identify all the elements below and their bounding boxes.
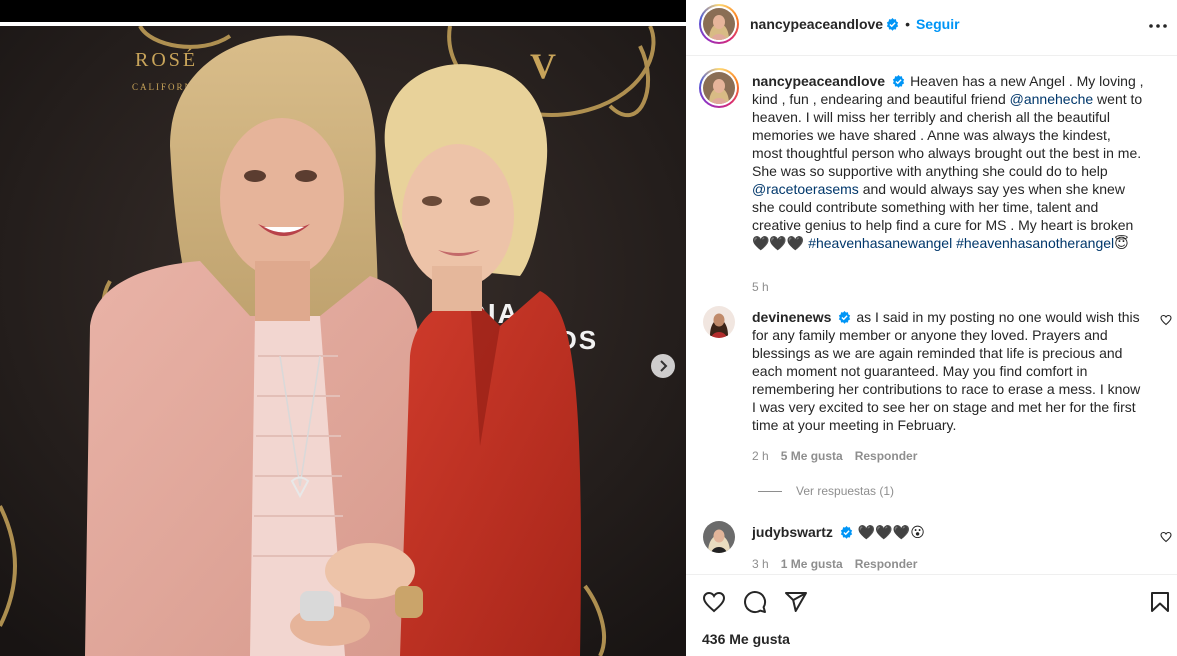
caption-username[interactable]: nancypeaceandlove [752,73,885,89]
more-options-icon[interactable] [1148,16,1168,36]
comment-reply-button[interactable]: Responder [855,449,918,463]
next-photo-button[interactable] [651,354,675,378]
author-avatar[interactable] [699,4,739,44]
author-avatar-image [703,8,735,40]
comment-likes[interactable]: 1 Me gusta [781,557,843,571]
caption-avatar-image [703,72,735,104]
comment-likes[interactable]: 5 Me gusta [781,449,843,463]
mention-anneheche[interactable]: @anneheche [1010,91,1094,107]
bookmark-icon[interactable] [1148,590,1172,614]
backdrop-sign-v: V [530,46,556,86]
comment-username[interactable]: judybswartz [752,524,833,540]
mention-racetoerasems[interactable]: @racetoerasems [752,181,859,197]
likes-count[interactable]: 436 Me gusta [702,631,790,647]
share-icon[interactable] [784,590,808,614]
post-media[interactable]: V ROSÉ CALIFORNIA EDIA DS [0,0,686,656]
comment-text: judybswartz 🖤🖤🖤😮 [752,523,1144,541]
verified-badge-icon [840,526,853,539]
comment-like-heart-icon[interactable] [1160,531,1172,543]
comment-meta: 2 h 5 Me gusta Responder [752,449,917,463]
post-header: nancypeaceandlove • Seguir [686,0,1177,56]
comment-body: as I said in my posting no one would wis… [752,309,1141,433]
post-actions: 436 Me gusta [686,574,1177,656]
chevron-right-icon [660,360,668,372]
follow-button[interactable]: Seguir [916,16,960,32]
view-replies-button[interactable]: Ver respuestas (1) [758,484,894,498]
header-user-info: nancypeaceandlove • Seguir [750,16,960,32]
commenter-avatar[interactable] [703,306,735,338]
hashtag-heavenhasanotherangel[interactable]: #heavenhasanotherangel [956,235,1114,251]
replies-line [758,490,782,492]
hashtag-heavenhasanewangel[interactable]: #heavenhasanewangel [808,235,952,251]
heart-icon[interactable] [702,590,726,614]
comments-section[interactable]: nancypeaceandlove Heaven has a new Angel … [686,56,1177,574]
comment-icon[interactable] [743,590,767,614]
verified-badge-icon [892,75,905,88]
verified-badge-icon [886,17,899,31]
comment-time[interactable]: 3 h [752,557,769,571]
caption-avatar[interactable] [699,68,739,108]
author-username[interactable]: nancypeaceandlove [750,16,883,32]
backdrop-rose: ROSÉ [135,48,198,71]
view-replies-label: Ver respuestas (1) [796,484,895,498]
comment-reply-button[interactable]: Responder [855,557,918,571]
commenter-avatar[interactable] [703,521,735,553]
comment-like-heart-icon[interactable] [1160,314,1172,326]
comment-body: 🖤🖤🖤😮 [857,524,925,540]
caption-text: nancypeaceandlove Heaven has a new Angel … [752,72,1144,252]
separator-dot: • [905,16,910,32]
caption-timestamp[interactable]: 5 h [752,280,769,294]
media-top-bar [0,0,686,22]
caption-end-emoji: 😇 [1114,235,1129,251]
post-photo: V ROSÉ CALIFORNIA EDIA DS [0,26,686,656]
comment-username[interactable]: devinenews [752,309,831,325]
verified-badge-icon [839,311,851,324]
comment-meta: 3 h 1 Me gusta Responder [752,557,917,571]
post-panel: nancypeaceandlove • Seguir nancypeaceand… [686,0,1177,656]
comment-time[interactable]: 2 h [752,449,769,463]
comment-text: devinenews as I said in my posting no one… [752,308,1144,434]
